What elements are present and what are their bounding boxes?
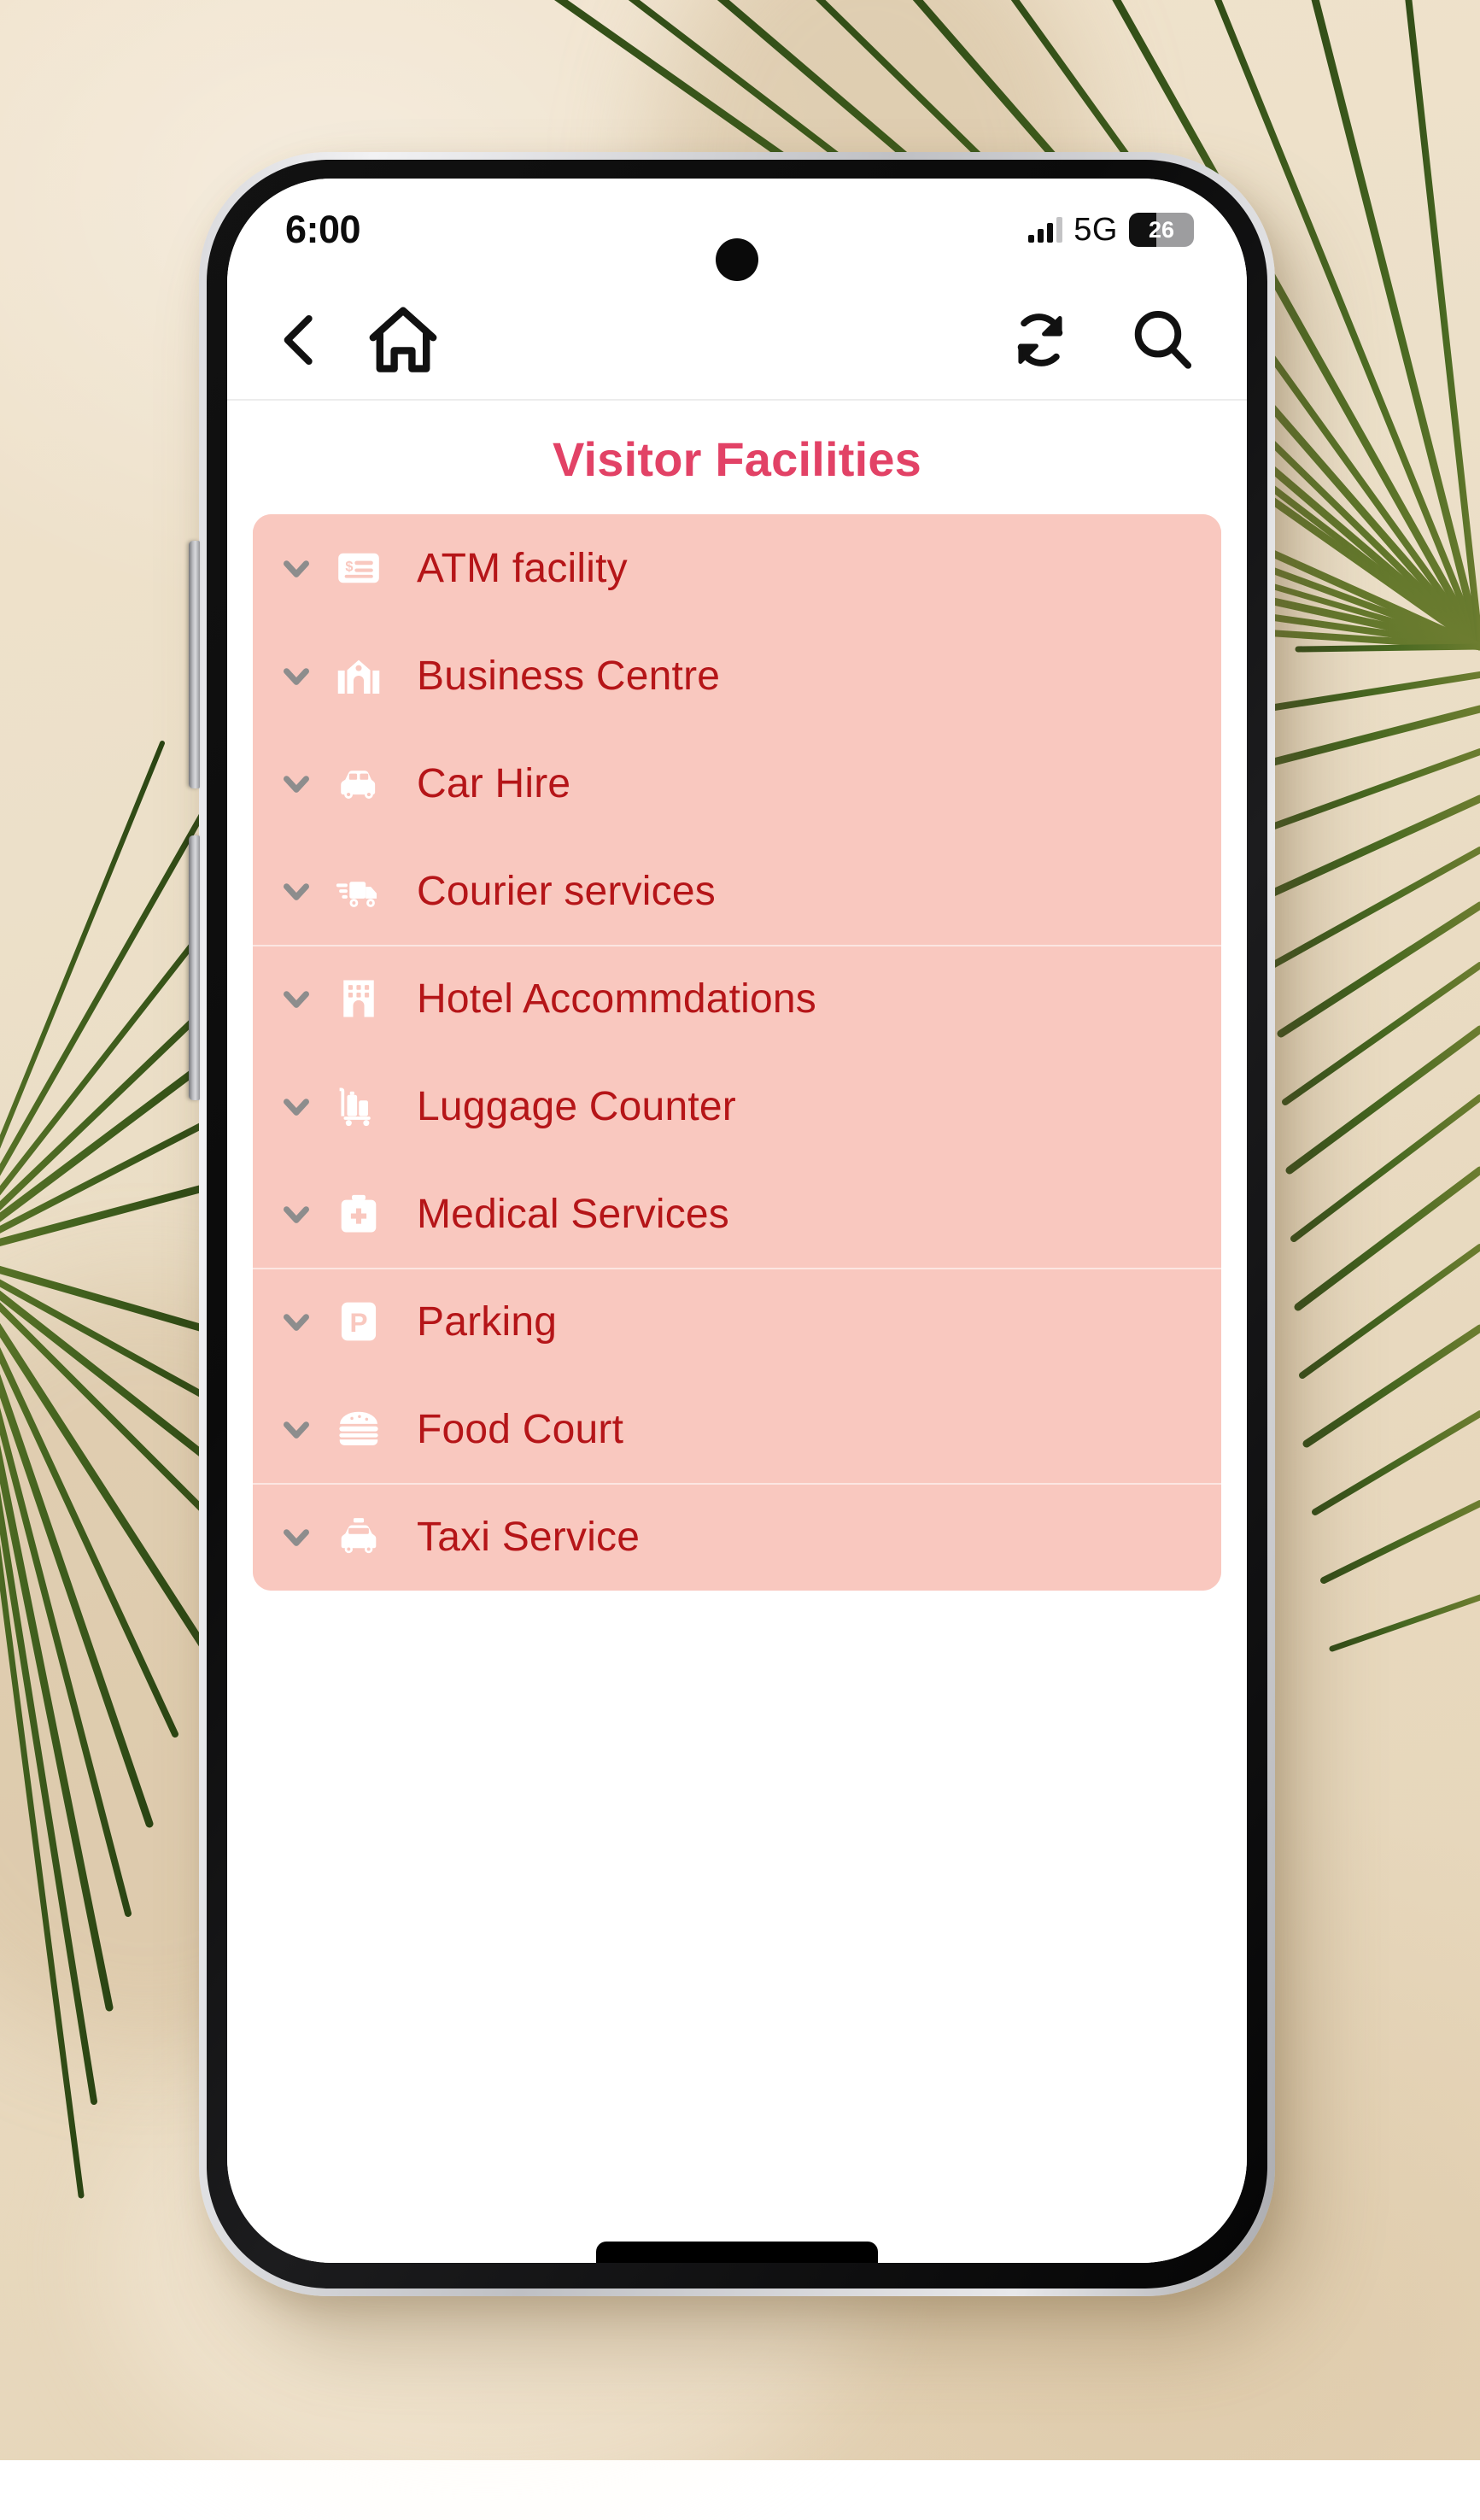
- hotel-icon: [335, 975, 383, 1023]
- chevron-down-icon[interactable]: [275, 1408, 318, 1450]
- cellular-signal-icon: [1028, 217, 1062, 243]
- facility-row[interactable]: Hotel Accommdations: [253, 945, 1221, 1052]
- back-button[interactable]: [265, 306, 333, 374]
- home-icon: [362, 299, 444, 381]
- chevron-down-icon[interactable]: [275, 1193, 318, 1235]
- facility-list: $ ATM facility Business Centre Car Hire C…: [253, 514, 1221, 1591]
- app-nav-bar: [227, 281, 1247, 401]
- facility-row-label: Medical Services: [417, 1191, 729, 1238]
- parking-sign-icon: P: [335, 1298, 383, 1345]
- facility-row[interactable]: Medical Services: [253, 1160, 1221, 1268]
- facility-row[interactable]: P Parking: [253, 1268, 1221, 1375]
- battery-percent-label: 26: [1129, 217, 1194, 243]
- chevron-down-icon[interactable]: [275, 1300, 318, 1343]
- search-icon: [1126, 303, 1199, 377]
- phone-screen: 6:00 5G 26: [227, 179, 1247, 2263]
- car-icon: [335, 759, 383, 807]
- facility-row[interactable]: Business Centre: [253, 622, 1221, 730]
- network-type-label: 5G: [1073, 212, 1118, 249]
- status-clock: 6:00: [285, 208, 360, 252]
- burger-icon: [335, 1405, 383, 1453]
- chevron-down-icon[interactable]: [275, 1515, 318, 1558]
- refresh-icon: [1004, 304, 1076, 376]
- facility-row[interactable]: $ ATM facility: [253, 514, 1221, 622]
- status-indicators: 5G 26: [1028, 212, 1194, 249]
- atm-card-icon: $: [335, 544, 383, 592]
- home-indicator-bar: [596, 2242, 878, 2263]
- front-camera-punch-hole: [716, 238, 758, 281]
- facility-list-area: $ ATM facility Business Centre Car Hire C…: [227, 514, 1247, 2263]
- chevron-down-icon[interactable]: [275, 977, 318, 1020]
- facility-row[interactable]: Luggage Counter: [253, 1052, 1221, 1160]
- battery-icon: 26: [1129, 213, 1194, 247]
- facility-row-label: Business Centre: [417, 653, 720, 700]
- volume-rocker-button[interactable]: [189, 541, 200, 788]
- facility-row-label: Hotel Accommdations: [417, 976, 816, 1023]
- business-building-icon: [335, 652, 383, 700]
- page-title: Visitor Facilities: [227, 431, 1247, 487]
- facility-row[interactable]: Car Hire: [253, 730, 1221, 837]
- chevron-down-icon[interactable]: [275, 762, 318, 805]
- facility-row-label: Car Hire: [417, 760, 570, 807]
- page-title-container: Visitor Facilities: [227, 401, 1247, 514]
- facility-row-label: Courier services: [417, 868, 716, 915]
- medical-kit-icon: [335, 1190, 383, 1238]
- svg-text:$: $: [345, 559, 353, 574]
- facility-row[interactable]: Food Court: [253, 1375, 1221, 1483]
- facility-row-label: Luggage Counter: [417, 1083, 736, 1130]
- phone-bezel: 6:00 5G 26: [207, 160, 1267, 2289]
- refresh-button[interactable]: [1004, 304, 1076, 376]
- facility-row-label: ATM facility: [417, 545, 628, 592]
- luggage-cart-icon: [335, 1082, 383, 1130]
- chevron-down-icon[interactable]: [275, 654, 318, 697]
- home-button[interactable]: [362, 299, 444, 381]
- chevron-left-icon: [265, 306, 333, 374]
- nav-actions: [1004, 303, 1199, 377]
- chevron-down-icon[interactable]: [275, 1085, 318, 1128]
- facility-row-label: Food Court: [417, 1406, 623, 1453]
- delivery-truck-icon: [335, 867, 383, 915]
- facility-row-label: Parking: [417, 1298, 557, 1345]
- svg-text:P: P: [350, 1307, 368, 1338]
- phone-device: 6:00 5G 26: [199, 152, 1275, 2296]
- chevron-down-icon[interactable]: [275, 547, 318, 589]
- facility-row-label: Taxi Service: [417, 1514, 640, 1561]
- taxi-icon: [335, 1513, 383, 1561]
- search-button[interactable]: [1126, 303, 1199, 377]
- facility-row[interactable]: Taxi Service: [253, 1483, 1221, 1591]
- facility-row[interactable]: Courier services: [253, 837, 1221, 945]
- chevron-down-icon[interactable]: [275, 870, 318, 912]
- power-button[interactable]: [189, 835, 200, 1100]
